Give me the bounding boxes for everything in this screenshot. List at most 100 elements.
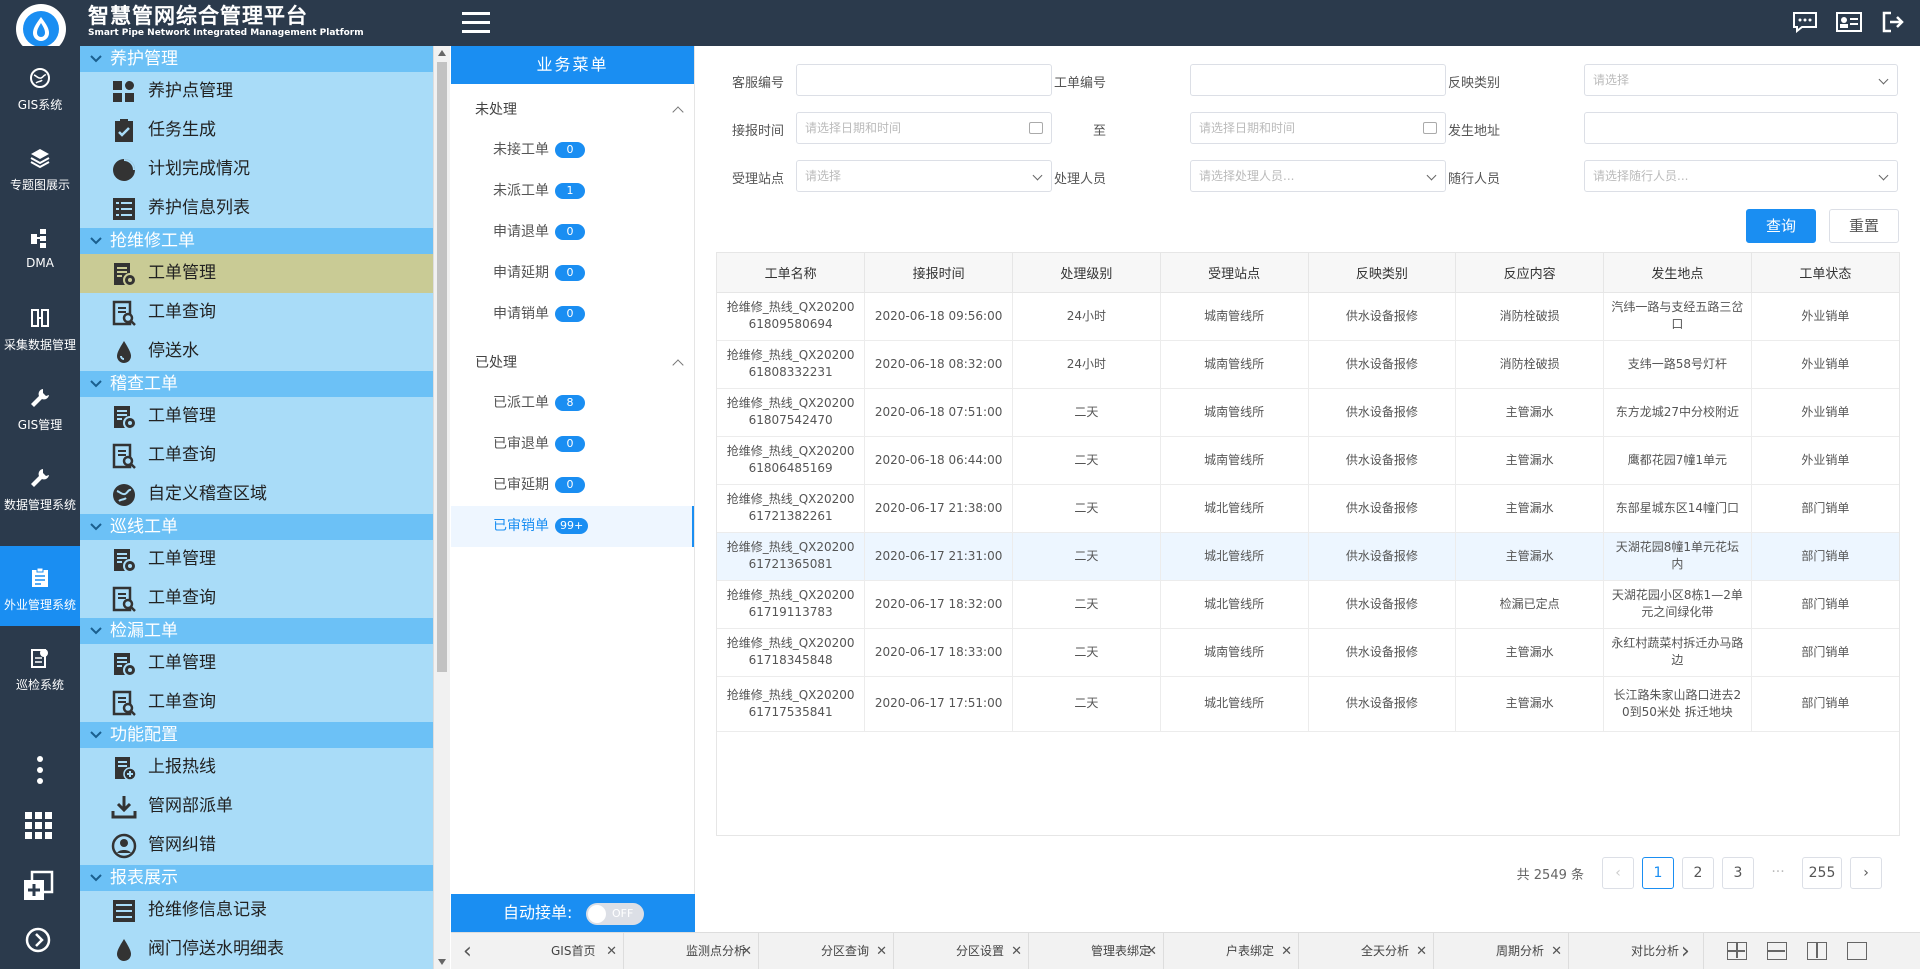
col-header[interactable]: 工单状态	[1751, 253, 1899, 293]
nav-gis-management[interactable]: GIS管理	[0, 366, 80, 446]
biz-item-return-approved[interactable]: 已审退单 0	[451, 424, 694, 465]
table-row[interactable]: 抢维修_热线_QX2020061809580694 2020-06-18 09:5…	[717, 292, 1899, 341]
menu-item-task-generate[interactable]: 任务生成	[80, 111, 433, 150]
handler-select[interactable]: 请选择处理人员...	[1190, 160, 1446, 192]
logout-icon[interactable]	[1878, 8, 1908, 36]
layout-single-icon[interactable]	[1847, 942, 1867, 960]
col-header[interactable]: 受理站点	[1160, 253, 1309, 293]
table-row[interactable]: 抢维修_热线_QX2020061718345848 2020-06-17 18:3…	[717, 628, 1899, 677]
layout-horizontal-icon[interactable]	[1767, 942, 1787, 960]
nav-field-management[interactable]: 外业管理系统	[0, 546, 80, 626]
table-row[interactable]: 抢维修_热线_QX2020061806485169 2020-06-18 06:4…	[717, 436, 1899, 485]
page-button[interactable]: 3	[1722, 857, 1754, 889]
nav-data-collection[interactable]: 采集数据管理	[0, 286, 80, 366]
add-window-icon[interactable]	[0, 856, 80, 916]
col-header[interactable]: 处理级别	[1012, 253, 1161, 293]
site-select[interactable]: 请选择	[796, 160, 1052, 192]
menu-section-patrol-orders[interactable]: 巡线工单	[80, 514, 433, 540]
nav-inspection[interactable]: 巡检系统	[0, 626, 80, 706]
col-header[interactable]: 反应内容	[1455, 253, 1604, 293]
table-row[interactable]: 抢维修_热线_QX2020061717535841 2020-06-17 17:5…	[717, 676, 1899, 732]
biz-item-apply-delay[interactable]: 申请延期 0	[451, 253, 694, 294]
menu-item-patrol-order-manage[interactable]: 工单管理	[80, 540, 433, 579]
hamburger-menu-button[interactable]	[462, 12, 490, 34]
group-processed[interactable]: 已处理	[451, 343, 694, 383]
tab-scroll-left-icon[interactable]: ‹	[463, 939, 472, 964]
bottom-tab[interactable]: 全天分析 ✕	[1299, 933, 1434, 969]
table-row[interactable]: 抢维修_热线_QX2020061719113783 2020-06-17 18:3…	[717, 580, 1899, 629]
report-type-select[interactable]: 请选择	[1584, 64, 1898, 96]
table-row[interactable]: 抢维修_热线_QX2020061808332231 2020-06-18 08:3…	[717, 340, 1899, 389]
menu-item-maintenance-points[interactable]: 养护点管理	[80, 72, 433, 111]
bottom-tab[interactable]: 分区设置 ✕	[894, 933, 1029, 969]
query-button[interactable]: 查询	[1746, 209, 1816, 243]
page-button[interactable]: 255	[1802, 857, 1842, 889]
more-pages-icon[interactable]: ···	[1762, 857, 1794, 889]
menu-item-repair-order-query[interactable]: 工单查询	[80, 293, 433, 332]
biz-item-unaccepted[interactable]: 未接工单 0	[451, 130, 694, 171]
close-icon[interactable]: ✕	[606, 933, 617, 969]
layout-quad-icon[interactable]	[1727, 942, 1747, 960]
page-button[interactable]: 2	[1682, 857, 1714, 889]
chat-icon[interactable]	[1790, 8, 1820, 36]
nav-dma[interactable]: DMA	[0, 206, 80, 286]
close-icon[interactable]: ✕	[1281, 933, 1292, 969]
biz-item-delay-approved[interactable]: 已审延期 0	[451, 465, 694, 506]
group-unprocessed[interactable]: 未处理	[451, 90, 694, 130]
address-input[interactable]	[1584, 112, 1898, 144]
menu-item-custom-audit-area[interactable]: 自定义稽查区域	[80, 475, 433, 514]
menu-section-audit-orders[interactable]: 稽查工单	[80, 371, 433, 397]
col-header[interactable]: 发生地点	[1603, 253, 1752, 293]
bottom-tab[interactable]: 监测点分析 ✕	[624, 933, 759, 969]
bottom-tab[interactable]: 管理表绑定 ✕	[1029, 933, 1164, 969]
more-vertical-icon[interactable]	[0, 746, 80, 796]
biz-item-dispatched[interactable]: 已派工单 8	[451, 383, 694, 424]
menu-item-leak-order-manage[interactable]: 工单管理	[80, 644, 433, 683]
next-page-button[interactable]: ›	[1850, 857, 1882, 889]
menu-item-audit-order-manage[interactable]: 工单管理	[80, 397, 433, 436]
layout-vertical-icon[interactable]	[1807, 942, 1827, 960]
circle-arrow-icon[interactable]	[0, 916, 80, 966]
menu-scrollbar[interactable]	[433, 46, 450, 969]
bottom-tab[interactable]: 分区查询 ✕	[759, 933, 894, 969]
menu-section-reports[interactable]: 报表展示	[80, 865, 433, 891]
table-row[interactable]: 抢维修_热线_QX2020061807542470 2020-06-18 07:5…	[717, 388, 1899, 437]
order-no-input[interactable]	[1190, 64, 1446, 96]
service-no-input[interactable]	[796, 64, 1052, 96]
tab-scroll-right-icon[interactable]: ›	[1681, 939, 1690, 964]
id-card-icon[interactable]	[1834, 8, 1864, 36]
nav-thematic-map[interactable]: 专题图展示	[0, 126, 80, 206]
table-row[interactable]: 抢维修_热线_QX2020061721382261 2020-06-17 21:3…	[717, 484, 1899, 533]
nav-gis-system[interactable]: GIS系统	[0, 46, 80, 126]
menu-section-config[interactable]: 功能配置	[80, 722, 433, 748]
col-header[interactable]: 反映类别	[1308, 253, 1457, 293]
grid-apps-icon[interactable]	[0, 796, 80, 856]
reset-button[interactable]: 重置	[1829, 209, 1899, 243]
menu-section-maintenance[interactable]: 养护管理	[80, 46, 433, 72]
auto-accept-toggle[interactable]: OFF	[586, 903, 644, 925]
menu-item-dispatch[interactable]: 管网部派单	[80, 787, 433, 826]
close-icon[interactable]: ✕	[1011, 933, 1022, 969]
biz-item-apply-close[interactable]: 申请销单 0	[451, 294, 694, 335]
close-icon[interactable]: ✕	[1146, 933, 1157, 969]
col-header[interactable]: 工单名称	[717, 253, 866, 293]
biz-item-undispatched[interactable]: 未派工单 1	[451, 171, 694, 212]
menu-item-water-stop[interactable]: 停送水	[80, 332, 433, 371]
report-time-end[interactable]: 请选择日期和时间	[1190, 112, 1446, 144]
menu-item-valve-detail[interactable]: 阀门停送水明细表	[80, 930, 433, 969]
scroll-up-arrow[interactable]	[438, 50, 446, 56]
bottom-tab[interactable]: 周期分析 ✕	[1434, 933, 1569, 969]
close-icon[interactable]: ✕	[1551, 933, 1562, 969]
menu-item-network-correction[interactable]: 管网纠错	[80, 826, 433, 865]
menu-section-repair-orders[interactable]: 抢维修工单	[80, 228, 433, 254]
close-icon[interactable]: ✕	[1416, 933, 1427, 969]
menu-item-maintenance-list[interactable]: 养护信息列表	[80, 189, 433, 228]
menu-item-audit-order-query[interactable]: 工单查询	[80, 436, 433, 475]
menu-section-leak-orders[interactable]: 检漏工单	[80, 618, 433, 644]
prev-page-button[interactable]: ‹	[1602, 857, 1634, 889]
nav-data-management[interactable]: 数据管理系统	[0, 446, 80, 526]
scroll-thumb[interactable]	[437, 62, 447, 672]
biz-item-close-approved[interactable]: 已审销单 99+	[451, 506, 694, 547]
menu-item-repair-records[interactable]: 抢维修信息记录	[80, 891, 433, 930]
bottom-tab[interactable]: GIS首页 ✕	[489, 933, 624, 969]
